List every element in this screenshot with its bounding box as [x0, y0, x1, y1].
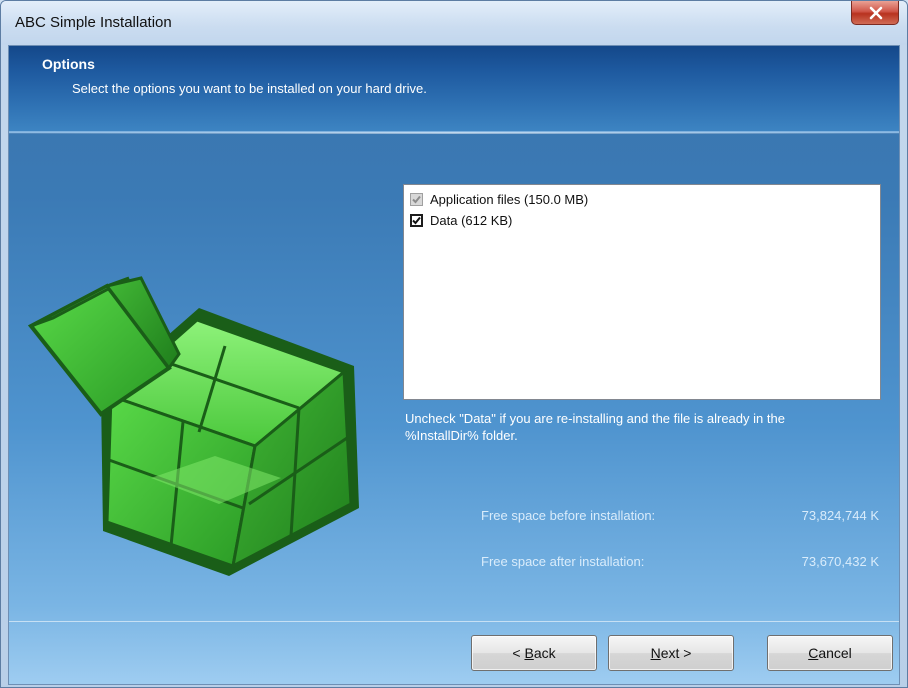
hint-text: Uncheck "Data" if you are re-installing …: [405, 410, 875, 444]
free-space-before-label: Free space before installation:: [481, 508, 656, 523]
free-space-after-value: 73,670,432 K: [801, 554, 879, 569]
next-button-label: ext >: [660, 645, 692, 661]
free-space-after-label: Free space after installation:: [481, 554, 645, 569]
application-files-checkbox[interactable]: [410, 192, 423, 206]
next-button-mnemonic: N: [650, 645, 661, 661]
next-button[interactable]: Next >: [608, 635, 734, 671]
header-divider: [9, 132, 899, 134]
title-bar[interactable]: ABC Simple Installation: [1, 1, 907, 45]
close-button[interactable]: [851, 1, 899, 25]
back-button-label: ack: [533, 645, 556, 661]
checkmark-icon: [412, 195, 421, 203]
data-checkbox[interactable]: [410, 213, 423, 227]
page-subtitle: Select the options you want to be instal…: [72, 81, 427, 96]
back-button-prefix: <: [512, 645, 525, 661]
option-application-files[interactable]: Application files (150.0 MB): [410, 189, 588, 209]
window-title: ABC Simple Installation: [15, 14, 172, 31]
option-label: Data (612 KB): [430, 212, 513, 228]
installer-window: ABC Simple Installation Options Select t…: [0, 0, 908, 688]
option-data[interactable]: Data (612 KB): [410, 210, 512, 230]
free-space-before-value: 73,824,744 K: [801, 508, 879, 523]
page-title: Options: [42, 56, 95, 72]
close-icon: [869, 6, 883, 20]
back-button[interactable]: < Back: [471, 635, 597, 671]
green-cubes-icon: [27, 276, 359, 576]
options-listbox[interactable]: Application files (150.0 MB) Data (612 K…: [403, 184, 881, 400]
dialog-client-area: Options Select the options you want to b…: [8, 45, 900, 685]
cancel-button[interactable]: Cancel: [767, 635, 893, 671]
cancel-button-mnemonic: C: [808, 645, 819, 661]
back-button-mnemonic: B: [524, 645, 534, 661]
option-label: Application files (150.0 MB): [430, 191, 589, 207]
hint-line-2: %InstallDir% folder.: [405, 428, 518, 443]
page-header: Options Select the options you want to b…: [9, 46, 899, 133]
hint-line-1: Uncheck "Data" if you are re-installing …: [405, 411, 785, 426]
footer-divider: [9, 621, 899, 622]
checkmark-icon: [412, 216, 421, 224]
cancel-button-label: ancel: [818, 645, 852, 661]
